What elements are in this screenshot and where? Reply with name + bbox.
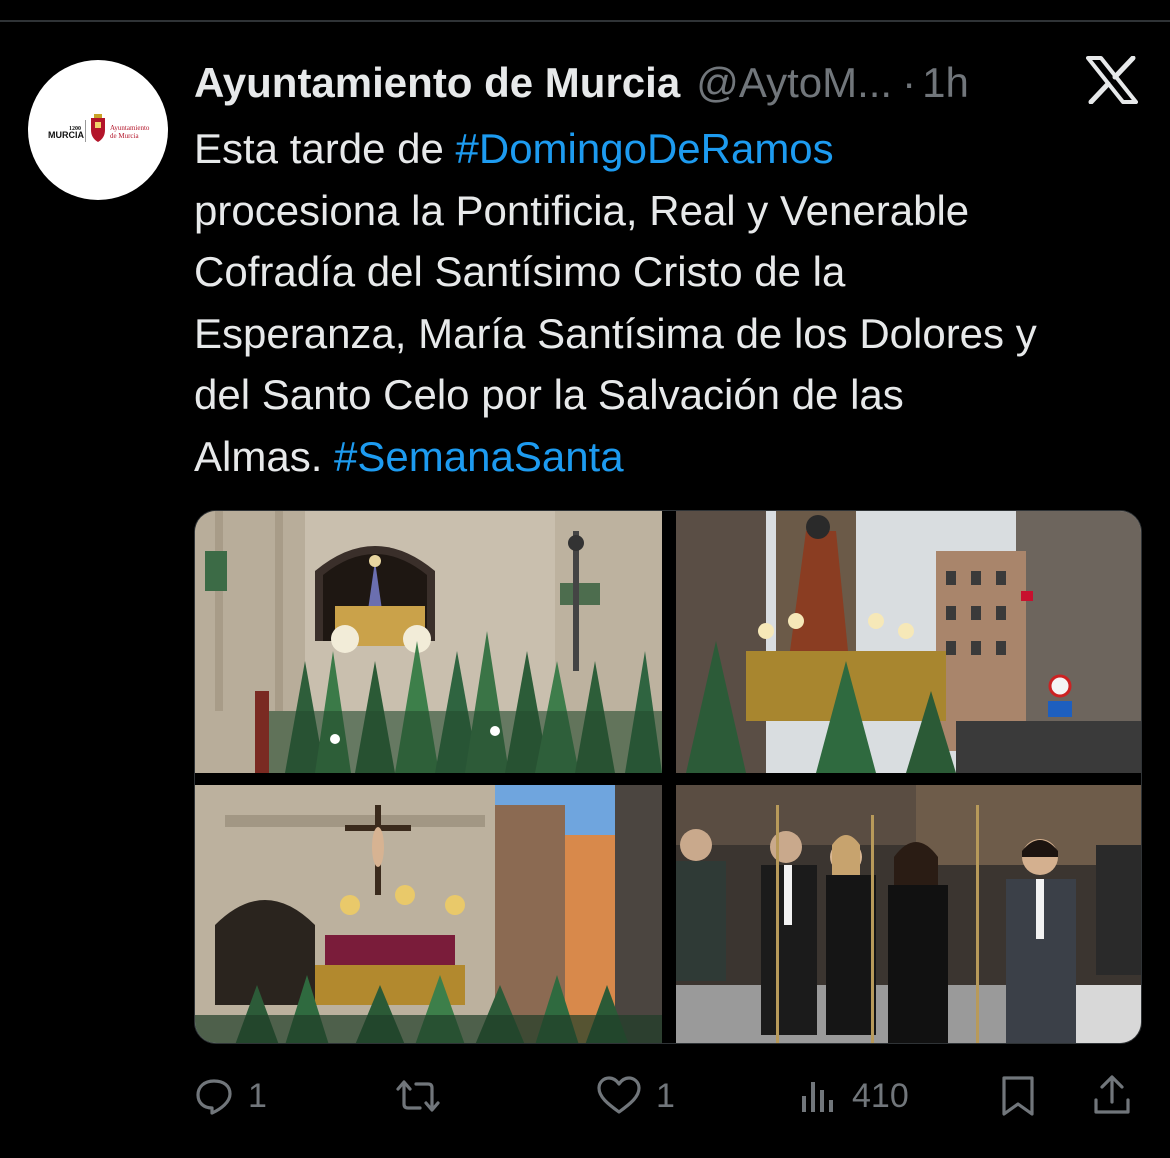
heart-icon <box>597 1076 641 1114</box>
tweet-text-segment: Esta tarde de <box>194 125 456 172</box>
reply-button[interactable]: 1 <box>194 1068 267 1124</box>
timestamp[interactable]: 1h <box>922 59 969 107</box>
photo-procession-street[interactable] <box>676 511 1141 773</box>
views-icon <box>802 1082 833 1112</box>
logo-caption-1: Ayuntamiento <box>110 124 150 132</box>
logo-wordmark: MURCIA <box>48 130 84 140</box>
tweet[interactable]: 1200 MURCIA Ayuntamiento de Murcia Ayunt… <box>0 0 1170 1158</box>
tweet-line-3: Cofradía del Santísimo Cristo de la <box>194 248 846 295</box>
reply-icon <box>196 1079 232 1115</box>
photo-crucifix-float[interactable] <box>195 785 662 1043</box>
hashtag-domingo-de-ramos[interactable]: #DomingoDeRamos <box>456 125 834 172</box>
retweet-icon <box>396 1080 440 1112</box>
media-grid <box>194 510 1142 1044</box>
logo-caption-2: de Murcia <box>110 132 139 140</box>
bookmark-button[interactable] <box>998 1068 1038 1124</box>
coat-of-arms-icon <box>91 118 105 142</box>
bookmark-icon <box>1002 1076 1034 1116</box>
handle[interactable]: @AytoM... <box>696 59 892 107</box>
like-button[interactable]: 1 <box>596 1068 675 1124</box>
retweet-button[interactable] <box>394 1068 456 1124</box>
tweet-line-5: del Santo Celo por la Salvación de las <box>194 371 904 418</box>
display-name[interactable]: Ayuntamiento de Murcia <box>194 59 680 107</box>
tweet-line-1: Esta tarde de #DomingoDeRamos <box>194 118 1154 180</box>
photo-procession-church[interactable] <box>195 511 662 773</box>
tweet-line-2: procesiona la Pontificia, Real y Venerab… <box>194 186 970 234</box>
avatar[interactable]: 1200 MURCIA Ayuntamiento de Murcia <box>28 60 168 200</box>
tweet-text-segment: Almas. <box>194 432 335 480</box>
like-count: 1 <box>656 1076 675 1115</box>
share-icon <box>1094 1075 1130 1114</box>
tweet-line-6: Almas. #SemanaSanta <box>194 426 1154 488</box>
action-bar: 1 1 410 <box>194 1068 1144 1124</box>
tweet-line-4: Esperanza, María Santísima de los Dolore… <box>194 309 1037 357</box>
hashtag-semana-santa[interactable]: #SemanaSanta <box>334 433 624 480</box>
views-button[interactable]: 410 <box>798 1068 909 1124</box>
views-count: 410 <box>852 1076 909 1115</box>
tweet-header: Ayuntamiento de Murcia @AytoM... · 1h <box>194 56 1064 110</box>
x-logo-icon <box>1086 56 1138 104</box>
murcia-logo-icon: 1200 MURCIA Ayuntamiento de Murcia <box>48 114 150 142</box>
share-button[interactable] <box>1092 1068 1132 1124</box>
tweet-text: Esta tarde de #DomingoDeRamos procesiona… <box>194 118 1154 487</box>
separator-dot: · <box>902 59 917 106</box>
reply-count: 1 <box>248 1076 267 1115</box>
photo-officials[interactable] <box>676 785 1141 1043</box>
